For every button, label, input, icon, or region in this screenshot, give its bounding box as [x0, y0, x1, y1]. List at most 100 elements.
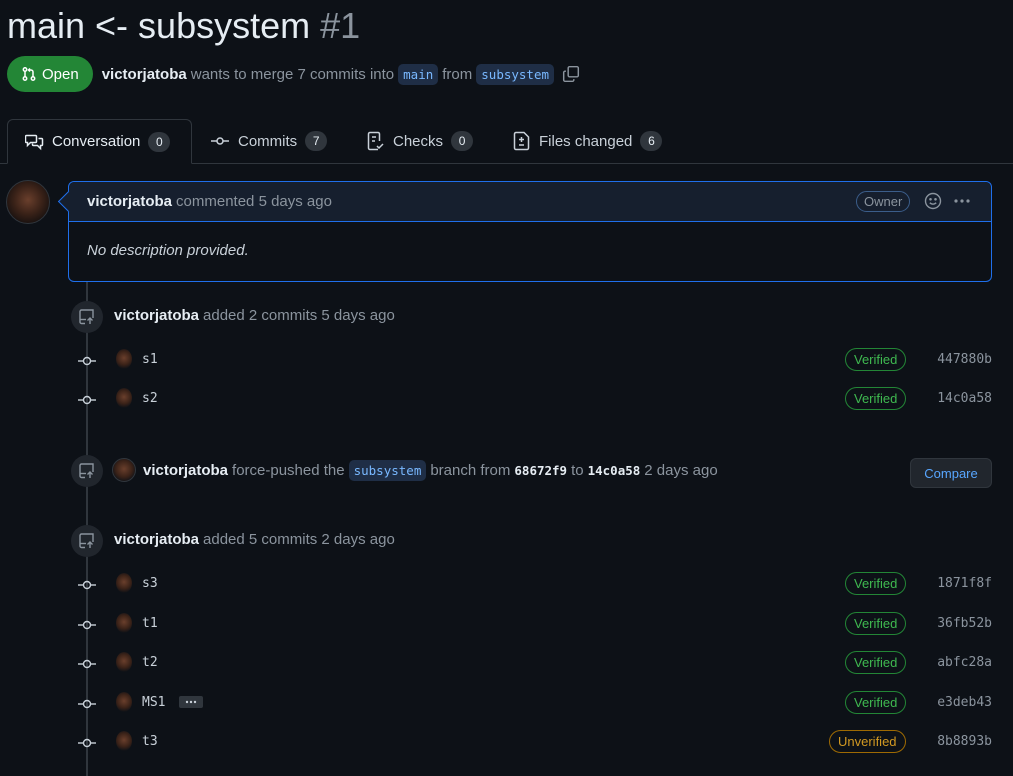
- commit-icon: [78, 395, 96, 405]
- avatar[interactable]: [116, 692, 132, 712]
- git-pull-request-icon: [21, 66, 37, 82]
- tab-checks[interactable]: Checks 0: [367, 119, 474, 163]
- commit-icon: [78, 738, 96, 748]
- avatar[interactable]: [6, 180, 50, 224]
- pr-title: main <- subsystem #1: [7, 4, 360, 48]
- commit-sha[interactable]: abfc28a: [937, 655, 992, 670]
- commit-icon: [78, 620, 96, 630]
- commit-message[interactable]: s2: [142, 391, 158, 406]
- status-badge[interactable]: Verified: [845, 348, 907, 371]
- event-author-link[interactable]: victorjatoba: [114, 307, 199, 324]
- copy-icon[interactable]: [562, 65, 580, 83]
- comment-header: victorjatoba commented 5 days ago Owner: [57, 182, 991, 222]
- from-sha[interactable]: 68672f9: [514, 463, 567, 478]
- tab-conversation[interactable]: Conversation 0: [7, 119, 192, 164]
- avatar[interactable]: [116, 388, 132, 408]
- status-badge[interactable]: Verified: [845, 612, 907, 635]
- event-text: force-pushed the: [232, 461, 345, 479]
- comment-pointer: [57, 190, 80, 213]
- kebab-horizontal-icon[interactable]: [952, 191, 972, 211]
- status-badge[interactable]: Verified: [845, 387, 907, 410]
- tab-count: 6: [640, 131, 663, 151]
- event-text: branch from: [430, 461, 511, 479]
- list-item: t3 Unverified 8b8893b: [0, 730, 1013, 755]
- commit-message[interactable]: s1: [142, 352, 158, 367]
- to-sha[interactable]: 14c0a58: [588, 463, 641, 478]
- merge-summary: victorjatoba wants to merge 7 commits in…: [102, 63, 580, 85]
- owner-badge: Owner: [856, 191, 911, 212]
- commit-sha[interactable]: 447880b: [937, 352, 992, 367]
- avatar[interactable]: [116, 731, 132, 751]
- commit-icon: [210, 133, 230, 149]
- status-badge[interactable]: Verified: [845, 691, 907, 714]
- avatar[interactable]: [116, 573, 132, 593]
- pr-author-link[interactable]: victorjatoba: [102, 66, 187, 83]
- status-badge[interactable]: Verified: [845, 572, 907, 595]
- repo-push-icon: [71, 301, 103, 333]
- status-badge[interactable]: Verified: [845, 651, 907, 674]
- state-badge: Open: [7, 56, 93, 92]
- pr-state-row: Open victorjatoba wants to merge 7 commi…: [7, 56, 580, 92]
- merge-text-1: wants to merge 7 commits into: [190, 65, 395, 83]
- smiley-icon[interactable]: [924, 192, 942, 210]
- state-label: Open: [42, 65, 79, 83]
- tab-count: 0: [148, 131, 171, 152]
- commit-message[interactable]: t1: [142, 616, 158, 631]
- tab-label: Conversation: [52, 133, 141, 150]
- pr-description-comment: victorjatoba commented 5 days ago Owner …: [57, 181, 992, 282]
- list-item: s2 Verified 14c0a58: [0, 387, 1013, 412]
- commit-message[interactable]: t3: [142, 734, 158, 749]
- comment-meta[interactable]: commented 5 days ago: [176, 193, 332, 210]
- event-author-link[interactable]: victorjatoba: [143, 462, 228, 479]
- list-item: s3 Verified 1871f8f: [0, 572, 1013, 597]
- commit-message[interactable]: s3: [142, 576, 158, 591]
- avatar[interactable]: [116, 349, 132, 369]
- checklist-icon: [367, 131, 385, 151]
- tab-count: 0: [451, 131, 474, 151]
- tab-count: 7: [305, 131, 328, 151]
- tab-label: Files changed: [539, 132, 633, 150]
- pr-tabs: Conversation 0 Commits 7 Checks 0 Files …: [0, 119, 1013, 164]
- commit-icon: [78, 659, 96, 669]
- list-item: s1 Verified 447880b: [0, 348, 1013, 373]
- commit-icon: [78, 699, 96, 709]
- repo-push-icon: [71, 455, 103, 487]
- commit-sha[interactable]: 36fb52b: [937, 616, 992, 631]
- tab-files-changed[interactable]: Files changed 6: [513, 119, 663, 163]
- merge-text-2: from: [442, 65, 473, 83]
- comment-author-link[interactable]: victorjatoba: [87, 193, 172, 210]
- tab-label: Commits: [238, 132, 298, 150]
- event-commits-added: victorjatoba added 5 commits 2 days ago: [114, 531, 395, 548]
- event-author-link[interactable]: victorjatoba: [114, 531, 199, 548]
- repo-push-icon: [71, 525, 103, 557]
- commit-icon: [78, 580, 96, 590]
- event-time[interactable]: 2 days ago: [644, 462, 717, 479]
- tab-commits[interactable]: Commits 7: [210, 119, 328, 163]
- list-item: MS1 Verified e3deb43: [0, 691, 1013, 716]
- pr-title-text: main <- subsystem: [7, 5, 311, 46]
- commit-sha[interactable]: 8b8893b: [937, 734, 992, 749]
- file-diff-icon: [513, 131, 531, 151]
- event-commits-added: victorjatoba added 2 commits 5 days ago: [114, 307, 395, 324]
- commit-sha[interactable]: 14c0a58: [937, 391, 992, 406]
- commit-sha[interactable]: e3deb43: [937, 695, 992, 710]
- branch-name[interactable]: subsystem: [348, 459, 427, 481]
- commit-message[interactable]: t2: [142, 655, 158, 670]
- head-branch[interactable]: subsystem: [476, 63, 554, 85]
- list-item: t2 Verified abfc28a: [0, 651, 1013, 676]
- avatar[interactable]: [112, 458, 136, 482]
- event-text: added 2 commits 5 days ago: [203, 307, 395, 324]
- avatar[interactable]: [116, 613, 132, 633]
- event-force-push: victorjatoba force-pushed the subsystem …: [112, 458, 718, 482]
- event-text: added 5 commits 2 days ago: [203, 531, 395, 548]
- comment-body: No description provided.: [87, 242, 249, 259]
- avatar[interactable]: [116, 652, 132, 672]
- compare-button[interactable]: Compare: [910, 458, 992, 488]
- commit-sha[interactable]: 1871f8f: [937, 576, 992, 591]
- commit-message[interactable]: MS1: [142, 695, 165, 710]
- tab-label: Checks: [393, 132, 444, 150]
- conversation-icon: [25, 133, 44, 151]
- expand-message-button[interactable]: [179, 696, 203, 708]
- base-branch[interactable]: main: [398, 63, 439, 85]
- status-badge[interactable]: Unverified: [829, 730, 906, 753]
